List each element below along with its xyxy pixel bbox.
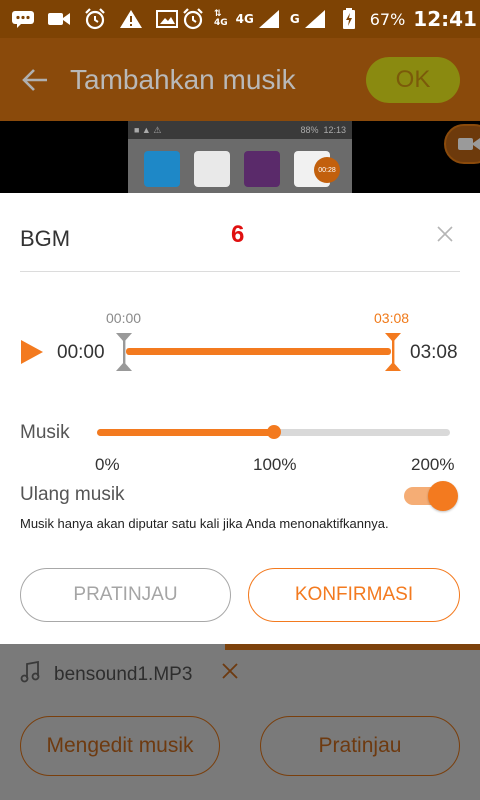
clock-time: 12:41 (413, 7, 477, 31)
loop-music-note: Musik hanya akan diputar satu kali jika … (20, 516, 389, 531)
video-camera-icon (458, 138, 480, 150)
music-note-icon (20, 660, 40, 688)
battery-percent: 67% (369, 9, 406, 29)
preview-timer-badge: 00:28 (314, 157, 340, 183)
preview-app-icons: 00:28 (128, 139, 352, 187)
back-arrow-icon[interactable] (0, 38, 70, 121)
bottom-panel: bensound1.MP3 Mengedit musik Pratinjau (0, 650, 480, 800)
volume-tick-0: 0% (95, 455, 120, 474)
status-icons-left (10, 8, 180, 30)
confirm-button[interactable]: KONFIRMASI (248, 568, 460, 622)
page-title: Tambahkan musik (70, 63, 296, 95)
duration-time: 03:08 (410, 342, 458, 363)
trim-start-label: 00:00 (106, 310, 142, 326)
app-bar: Tambahkan musik OK (0, 38, 480, 121)
preview-battery-percent: 88% (300, 125, 319, 135)
preview-time: 12:13 (323, 125, 346, 135)
selected-file-row: bensound1.MP3 (20, 660, 193, 688)
preview-bottom-button[interactable]: Pratinjau (260, 716, 460, 776)
remove-file-icon[interactable] (221, 662, 239, 680)
volume-fill (97, 429, 274, 436)
warning-icon (118, 9, 144, 29)
toggle-knob (428, 481, 458, 511)
preview-status-bar: ■ ▲ ⚠ 88% 12:13 (128, 121, 352, 139)
music-volume-slider[interactable] (97, 425, 450, 439)
close-icon[interactable] (434, 223, 456, 245)
status-bar: ⇅ 4G 4G G 67% 12:41 (0, 0, 480, 38)
trim-start-handle[interactable] (115, 332, 133, 372)
camera-button[interactable] (444, 124, 480, 164)
gallery-app-icon (244, 151, 280, 187)
play-icon[interactable] (20, 339, 44, 365)
alarm-clock-icon (180, 8, 206, 30)
preview-button[interactable]: PRATINJAU (20, 568, 231, 622)
signal-strength-icon (302, 9, 328, 29)
image-icon (154, 9, 180, 29)
file-name: bensound1.MP3 (54, 663, 193, 685)
trim-end-handle[interactable] (384, 332, 402, 372)
loop-music-label: Ulang musik (20, 484, 125, 505)
volume-thumb[interactable] (266, 425, 281, 439)
step-marker: 6 (231, 221, 245, 248)
edit-music-button[interactable]: Mengedit musik (20, 716, 220, 776)
alarm-clock-icon (82, 8, 108, 30)
status-icons-right: ⇅ 4G 4G G 67% 12:41 (180, 7, 477, 31)
trim-end-label: 03:08 (374, 310, 410, 326)
volume-tick-200: 200% (411, 455, 455, 474)
signal-strength-icon (256, 9, 282, 29)
bgm-dialog: BGM 6 00:00 03:08 00:00 03:08 Musik 0% 1… (0, 193, 480, 644)
file-manager-app-icon (144, 151, 180, 187)
music-volume-label: Musik (20, 422, 70, 443)
network-4g-label: 4G (235, 11, 254, 26)
divider (20, 271, 460, 272)
chat-bubble-icon (10, 9, 36, 29)
ok-button[interactable]: OK (366, 57, 460, 103)
preview-frame: ■ ▲ ⚠ 88% 12:13 00:28 (128, 121, 352, 193)
battery-charging-icon (336, 8, 362, 29)
dialog-title: BGM (20, 226, 71, 251)
trim-range-bar[interactable] (126, 348, 391, 355)
video-camera-icon (46, 9, 72, 29)
gmail-app-icon: 00:28 (294, 151, 340, 187)
photos-app-icon (194, 151, 230, 187)
volume-tick-100: 100% (253, 455, 297, 474)
network-g-label: G (289, 11, 300, 26)
current-start-time: 00:00 (57, 342, 105, 363)
loop-music-toggle[interactable] (404, 480, 458, 512)
data-arrows-4g-indicator: ⇅ 4G (214, 9, 228, 28)
video-preview: ■ ▲ ⚠ 88% 12:13 00:28 (0, 121, 480, 193)
